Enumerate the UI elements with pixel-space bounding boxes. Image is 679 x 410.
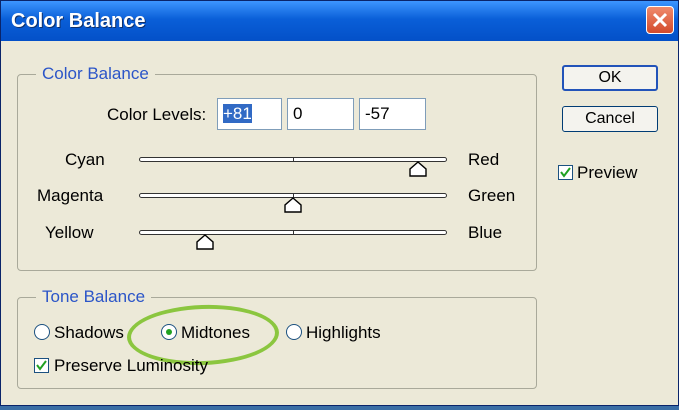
preserve-luminosity-label[interactable]: Preserve Luminosity (54, 356, 208, 376)
shadows-radio[interactable] (34, 324, 50, 340)
slider-cyan-label: Cyan (65, 150, 105, 169)
checkmark-icon (560, 167, 571, 178)
preview-label[interactable]: Preview (577, 163, 637, 183)
magenta-green-slider-thumb[interactable] (284, 197, 302, 213)
yellow-blue-slider-thumb[interactable] (196, 234, 214, 250)
slider-blue-label: Blue (468, 223, 503, 242)
slider-magenta-label: Magenta (37, 186, 104, 205)
preserve-luminosity-checkbox[interactable] (34, 358, 49, 373)
title-bar[interactable]: Color Balance (1, 1, 678, 41)
color-levels-label: Color Levels: (107, 105, 207, 124)
slider-yellow-label: Yellow (45, 223, 94, 242)
cancel-button[interactable]: Cancel (562, 106, 658, 132)
color-level-2-field[interactable]: 0 (287, 98, 354, 130)
bottom-edge (0, 406, 679, 410)
color-balance-legend: Color Balance (36, 64, 155, 84)
cyan-red-slider-track[interactable] (139, 157, 447, 162)
close-icon (652, 12, 668, 28)
slider-green-label: Green (468, 186, 516, 205)
shadows-label[interactable]: Shadows (54, 323, 124, 343)
color-level-3-field[interactable]: -57 (359, 98, 426, 130)
cyan-red-slider-thumb[interactable] (409, 161, 427, 177)
highlights-label[interactable]: Highlights (306, 323, 381, 343)
slider-thumb-icon (409, 161, 427, 177)
slider-thumb-icon (196, 234, 214, 250)
window-title: Color Balance (11, 10, 146, 32)
close-button[interactable] (646, 6, 674, 34)
preview-checkbox[interactable] (558, 165, 573, 180)
tone-balance-legend: Tone Balance (36, 287, 152, 307)
color-level-1-field[interactable]: +81 (217, 98, 282, 130)
color-balance-dialog: Color Balance Color Balance Color Levels… (0, 0, 679, 406)
yellow-blue-slider-track[interactable] (139, 230, 447, 235)
checkmark-icon (36, 360, 47, 371)
ok-button[interactable]: OK (562, 65, 658, 91)
highlights-radio[interactable] (286, 324, 302, 340)
slider-red-label: Red (468, 150, 500, 169)
slider-thumb-icon (284, 197, 302, 213)
